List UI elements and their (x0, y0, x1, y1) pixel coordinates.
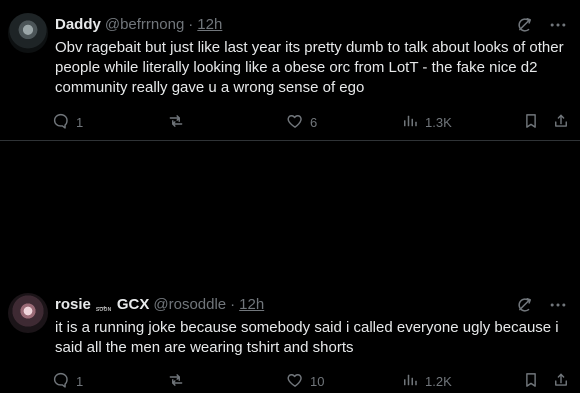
timestamp[interactable]: 12h (197, 16, 222, 34)
share-icon (552, 371, 570, 393)
reply-button[interactable]: 1 (52, 113, 83, 133)
retweet-button[interactable] (167, 372, 191, 392)
reply-count: 1 (76, 115, 84, 130)
bookmark-button[interactable] (522, 372, 540, 392)
avatar[interactable] (8, 13, 48, 53)
display-name-suffix[interactable]: GCX (117, 296, 150, 314)
retweet-button[interactable] (167, 113, 191, 133)
bookmark-button[interactable] (522, 113, 540, 133)
tweet-card[interactable]: rosie → SOON GCX @rosoddle · 12h it is a… (0, 141, 580, 389)
retweet-icon (167, 112, 185, 134)
like-button[interactable]: 10 (286, 372, 324, 392)
share-icon (552, 112, 570, 134)
more-icon[interactable] (548, 295, 568, 315)
timestamp[interactable]: 12h (239, 296, 264, 314)
separator-dot: · (188, 16, 194, 33)
tweet-card[interactable]: Daddy @befrrnong · 12h Obv ragebait but … (0, 0, 580, 141)
tweet-actions: 1 6 1.3K (0, 113, 580, 133)
like-count: 6 (310, 115, 318, 130)
reply-icon (52, 371, 70, 393)
reply-button[interactable]: 1 (52, 372, 83, 392)
views-button[interactable]: 1.2K (401, 372, 452, 392)
views-count: 1.2K (425, 374, 452, 389)
retweet-icon (167, 371, 185, 393)
name-badge: → SOON (95, 298, 113, 313)
tweet-text: it is a running joke because somebody sa… (55, 319, 559, 356)
heart-icon (286, 371, 304, 393)
user-handle[interactable]: @rosoddle (153, 296, 226, 314)
avatar[interactable] (8, 293, 48, 333)
display-name[interactable]: Daddy (55, 16, 101, 34)
tweet-body: Daddy @befrrnong · 12h Obv ragebait but … (55, 16, 568, 98)
like-button[interactable]: 6 (286, 113, 317, 133)
share-button[interactable] (552, 372, 570, 392)
grok-icon[interactable] (514, 295, 534, 315)
header-actions (514, 295, 568, 315)
user-handle[interactable]: @befrrnong (105, 16, 184, 34)
views-count: 1.3K (425, 115, 452, 130)
tweet-header: Daddy @befrrnong · 12h (55, 16, 568, 34)
share-button[interactable] (552, 113, 570, 133)
views-icon (401, 112, 419, 134)
like-count: 10 (310, 374, 325, 389)
bookmark-icon (522, 371, 540, 393)
tweet-header: rosie → SOON GCX @rosoddle · 12h (55, 296, 568, 314)
more-icon[interactable] (548, 15, 568, 35)
reply-count: 1 (76, 374, 84, 389)
header-actions (514, 15, 568, 35)
tweet-actions: 1 10 1.2K (0, 372, 580, 392)
name-badge-text: SOON (95, 307, 112, 313)
reply-icon (52, 112, 70, 134)
display-name-badge-group: → SOON GCX (93, 296, 150, 314)
views-icon (401, 371, 419, 393)
heart-icon (286, 112, 304, 134)
views-button[interactable]: 1.3K (401, 113, 452, 133)
tweet-body: rosie → SOON GCX @rosoddle · 12h it is a… (55, 296, 568, 358)
tweet-text: Obv ragebait but just like last year its… (55, 39, 564, 96)
separator-dot: · (230, 296, 236, 313)
bookmark-icon (522, 112, 540, 134)
display-name[interactable]: rosie (55, 296, 91, 314)
grok-icon[interactable] (514, 15, 534, 35)
